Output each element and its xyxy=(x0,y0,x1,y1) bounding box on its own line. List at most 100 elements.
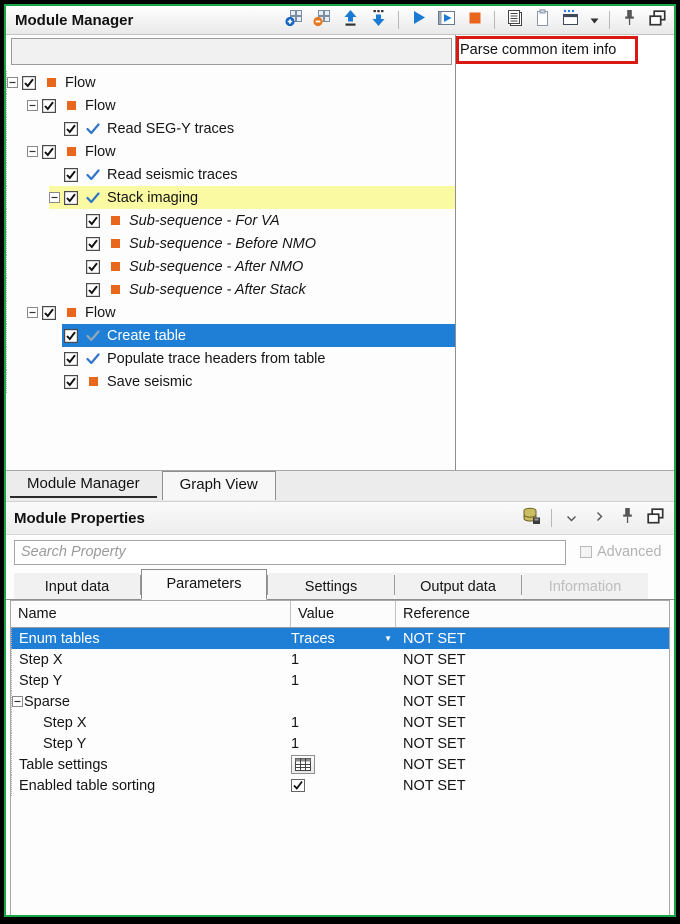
module-icon xyxy=(60,101,82,110)
expander-icon[interactable] xyxy=(27,307,40,318)
move-down-button[interactable] xyxy=(368,9,389,31)
combo-arrow-icon[interactable]: ▼ xyxy=(384,634,392,643)
tree-item[interactable]: Sub-sequence - After NMO xyxy=(6,255,455,278)
checkbox[interactable] xyxy=(62,167,82,182)
tree-item-label: Flow xyxy=(85,97,116,114)
new-window-dropdown[interactable] xyxy=(588,10,600,31)
expander-icon[interactable] xyxy=(49,192,62,203)
expander-icon[interactable] xyxy=(12,696,24,707)
tree-item[interactable]: Flow xyxy=(6,140,455,163)
checkbox[interactable] xyxy=(84,213,104,228)
property-row[interactable]: Enabled table sorting NOT SET xyxy=(11,775,669,796)
property-value[interactable]: 1 xyxy=(291,736,299,752)
property-reference: NOT SET xyxy=(403,630,466,647)
module-icon xyxy=(40,78,62,87)
pin-button[interactable] xyxy=(619,10,640,31)
checkbox[interactable] xyxy=(40,98,60,113)
log-list-button[interactable] xyxy=(504,9,525,32)
property-value[interactable]: 1 xyxy=(291,715,299,731)
advanced-label: Advanced xyxy=(597,544,662,560)
property-reference: NOT SET xyxy=(403,693,466,710)
tree-item[interactable]: Sub-sequence - Before NMO xyxy=(6,232,455,255)
property-value[interactable]: 1 xyxy=(291,652,299,668)
run-selected-button[interactable] xyxy=(436,10,457,31)
new-window-button[interactable] xyxy=(560,9,581,31)
check-icon xyxy=(82,191,104,204)
tree-item-label: Sub-sequence - Before NMO xyxy=(129,235,316,252)
check-icon xyxy=(82,329,104,342)
props-pin-button[interactable] xyxy=(617,508,638,529)
tree-item-label: Flow xyxy=(85,143,116,160)
search-property-input[interactable] xyxy=(14,539,566,565)
property-row[interactable]: Table settings NOT SET xyxy=(11,754,669,775)
expander-icon[interactable] xyxy=(7,77,20,88)
property-reference: NOT SET xyxy=(403,756,466,773)
column-header-reference[interactable]: Reference xyxy=(396,601,669,627)
stop-button[interactable] xyxy=(464,10,485,31)
tree-item[interactable]: Populate trace headers from table xyxy=(6,347,455,370)
table-settings-button[interactable] xyxy=(291,755,315,774)
column-header-name[interactable]: Name xyxy=(11,601,291,627)
checkbox[interactable] xyxy=(62,351,82,366)
expand-all-button[interactable] xyxy=(589,508,610,529)
tree-filter-input[interactable] xyxy=(11,38,452,65)
dock-tab-bar: Module Manager Graph View xyxy=(6,471,674,502)
window-titlebar: Module Manager xyxy=(6,6,674,35)
tree-item[interactable]: Flow xyxy=(6,71,455,94)
tree-item[interactable]: Sub-sequence - For VA xyxy=(6,209,455,232)
property-row[interactable]: Enum tables Traces ▼ NOT SET xyxy=(11,628,669,649)
tab-settings[interactable]: Settings xyxy=(268,573,394,599)
parse-common-item-info-label[interactable]: Parse common item info xyxy=(459,42,616,58)
tab-parameters[interactable]: Parameters xyxy=(141,569,267,600)
checkbox[interactable] xyxy=(84,236,104,251)
expander-icon[interactable] xyxy=(27,146,40,157)
checkbox[interactable] xyxy=(40,305,60,320)
tree-item[interactable]: Stack imaging xyxy=(6,186,455,209)
tree-item[interactable]: Create table xyxy=(6,324,455,347)
tab-input-data[interactable]: Input data xyxy=(14,573,140,599)
expander-icon[interactable] xyxy=(27,100,40,111)
property-row[interactable]: Step X 1 NOT SET xyxy=(11,712,669,733)
run-button[interactable] xyxy=(408,10,429,31)
tree-item[interactable]: Read SEG-Y traces xyxy=(6,117,455,140)
property-row[interactable]: Step Y 1 NOT SET xyxy=(11,670,669,691)
move-up-button[interactable] xyxy=(340,9,361,31)
checkbox[interactable] xyxy=(84,259,104,274)
property-reference: NOT SET xyxy=(403,735,466,752)
tab-information: Information xyxy=(522,573,648,599)
property-value[interactable]: 1 xyxy=(291,673,299,689)
column-header-value[interactable]: Value xyxy=(291,601,396,627)
props-float-button[interactable] xyxy=(645,507,666,529)
checkbox[interactable] xyxy=(40,144,60,159)
property-name: Step Y xyxy=(43,735,87,752)
checkbox[interactable] xyxy=(62,190,82,205)
tree-item-label: Sub-sequence - After Stack xyxy=(129,281,306,298)
log-list-icon xyxy=(506,9,524,32)
tree-item[interactable]: Read seismic traces xyxy=(6,163,455,186)
add-module-button[interactable] xyxy=(284,9,305,31)
remove-module-button[interactable] xyxy=(312,9,333,31)
tab-output-data[interactable]: Output data xyxy=(395,573,521,599)
dock-tab-module-manager[interactable]: Module Manager xyxy=(10,471,157,498)
value-checkbox[interactable] xyxy=(291,779,305,792)
collapse-all-button[interactable] xyxy=(561,508,582,529)
property-name: Step X xyxy=(19,651,63,668)
property-row[interactable]: Sparse NOT SET xyxy=(11,691,669,712)
tree-item[interactable]: Flow xyxy=(6,94,455,117)
tree-item[interactable]: Save seismic xyxy=(6,370,455,393)
property-grid-body: Enum tables Traces ▼ NOT SET Step X 1 NOT SET S… xyxy=(11,628,669,915)
tree-item[interactable]: Sub-sequence - After Stack xyxy=(6,278,455,301)
clipboard-button[interactable] xyxy=(532,8,553,31)
checkbox[interactable] xyxy=(62,374,82,389)
value-combo-label[interactable]: Traces xyxy=(291,631,335,647)
float-window-button[interactable] xyxy=(647,9,668,31)
checkbox[interactable] xyxy=(20,75,40,90)
dock-tab-graph-view[interactable]: Graph View xyxy=(161,471,276,500)
tree-item[interactable]: Flow xyxy=(6,301,455,324)
checkbox[interactable] xyxy=(62,328,82,343)
checkbox[interactable] xyxy=(84,282,104,297)
property-row[interactable]: Step Y 1 NOT SET xyxy=(11,733,669,754)
property-row[interactable]: Step X 1 NOT SET xyxy=(11,649,669,670)
checkbox[interactable] xyxy=(62,121,82,136)
database-save-button[interactable] xyxy=(521,507,542,529)
